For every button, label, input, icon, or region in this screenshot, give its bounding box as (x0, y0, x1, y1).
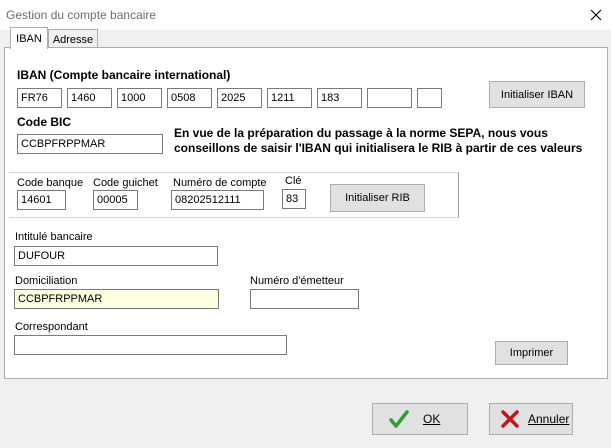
cancel-label: Annuler (528, 412, 570, 426)
init-rib-button[interactable]: Initialiser RIB (330, 184, 425, 212)
issuer-number-label: Numéro d'émetteur (250, 275, 344, 287)
iban-field-2[interactable]: 1460 (67, 88, 112, 108)
close-button[interactable] (586, 5, 606, 25)
cancel-button[interactable]: Annuler (489, 403, 573, 435)
branch-code-label: Code guichet (93, 177, 158, 189)
iban-field-9[interactable] (417, 88, 442, 108)
account-number-input[interactable]: 08202512111 (171, 190, 264, 210)
cancel-x-icon (501, 410, 519, 428)
rib-key-input[interactable]: 83 (282, 189, 306, 209)
issuer-number-input[interactable] (250, 289, 359, 309)
window-title: Gestion du compte bancaire (6, 8, 157, 22)
iban-field-5[interactable]: 2025 (217, 88, 262, 108)
bic-heading: Code BIC (17, 115, 71, 129)
rib-key-label: Clé (285, 175, 302, 187)
sepa-notice: En vue de la préparation du passage à la… (174, 126, 583, 155)
print-button[interactable]: Imprimer (495, 341, 568, 365)
bank-code-label: Code banque (17, 177, 84, 189)
iban-heading: IBAN (Compte bancaire international) (17, 68, 231, 82)
tab-iban-label: IBAN (16, 32, 42, 45)
iban-field-7[interactable]: 183 (317, 88, 362, 108)
domiciliation-label: Domiciliation (15, 275, 78, 287)
bic-input[interactable]: CCBPFRPPMAR (17, 134, 163, 154)
close-icon (590, 9, 602, 21)
bank-code-input[interactable]: 14601 (17, 190, 66, 210)
check-icon (389, 410, 409, 428)
tab-iban[interactable]: IBAN (10, 27, 48, 49)
iban-field-8[interactable] (367, 88, 412, 108)
bank-title-label: Intitulé bancaire (15, 231, 93, 243)
iban-field-4[interactable]: 0508 (167, 88, 212, 108)
bank-title-input[interactable]: DUFOUR (14, 246, 218, 266)
branch-code-input[interactable]: 00005 (93, 190, 138, 210)
iban-field-6[interactable]: 1211 (267, 88, 312, 108)
tab-adresse[interactable]: Adresse (48, 29, 98, 49)
ok-label: OK (423, 412, 441, 426)
init-iban-button[interactable]: Initialiser IBAN (489, 81, 585, 108)
domiciliation-input[interactable]: CCBPFRPPMAR (14, 289, 219, 309)
ok-button[interactable]: OK (372, 403, 468, 435)
iban-field-1[interactable]: FR76 (17, 88, 62, 108)
tab-adresse-label: Adresse (52, 33, 94, 46)
account-number-label: Numéro de compte (173, 177, 267, 189)
correspondent-input[interactable] (14, 335, 287, 355)
correspondent-label: Correspondant (15, 321, 88, 333)
iban-field-3[interactable]: 1000 (117, 88, 162, 108)
